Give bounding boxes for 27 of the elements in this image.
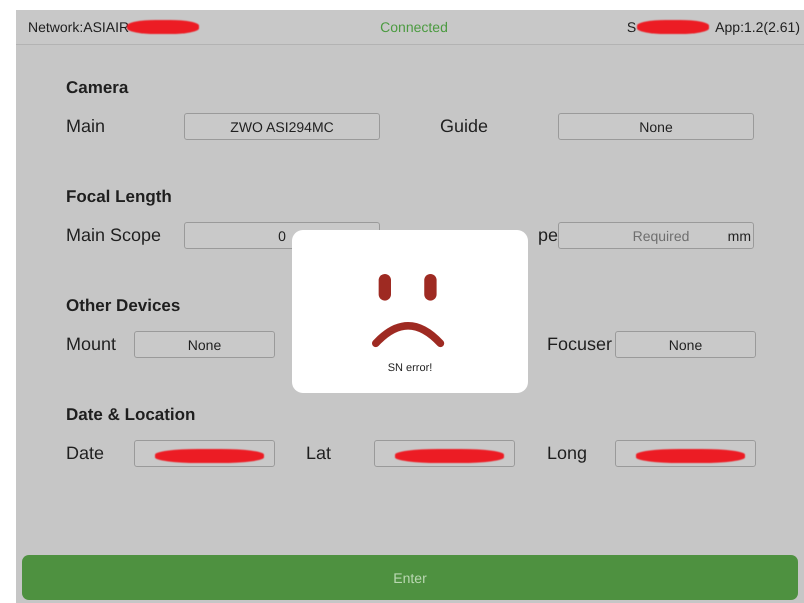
- field-label: Main: [66, 116, 106, 137]
- field-label: Guide: [440, 116, 490, 137]
- input-field[interactable]: ZWO ASI294MC: [184, 113, 380, 140]
- input-field[interactable]: [134, 440, 275, 467]
- unit-label: mm: [728, 228, 751, 244]
- network-name: Network:ASIAIR: [28, 19, 130, 35]
- field-label: pe: [538, 225, 558, 246]
- section-title: Other Devices: [66, 295, 182, 317]
- input-field[interactable]: [615, 440, 756, 467]
- section-title: Camera: [66, 77, 130, 99]
- input-field[interactable]: [374, 440, 515, 467]
- field-label: Lat: [306, 443, 332, 464]
- serial-number: S: [626, 19, 636, 35]
- input-field[interactable]: None: [615, 331, 756, 358]
- connection-status: Connected: [380, 19, 448, 35]
- field-label: Long: [547, 443, 588, 464]
- section-title: Date & Location: [66, 404, 196, 426]
- section-title: Focal Length: [66, 186, 173, 208]
- input-field[interactable]: None: [134, 331, 275, 358]
- app-version: App:1.2(2.61): [715, 19, 800, 35]
- field-label: Focuser: [547, 334, 614, 355]
- field-label: Date: [66, 443, 106, 464]
- error-message: SN error!: [388, 362, 432, 374]
- input-field[interactable]: Required mm: [558, 222, 754, 249]
- field-label: Main Scope: [66, 225, 162, 246]
- field-label: Mount: [66, 334, 118, 355]
- input-field[interactable]: None: [558, 113, 754, 140]
